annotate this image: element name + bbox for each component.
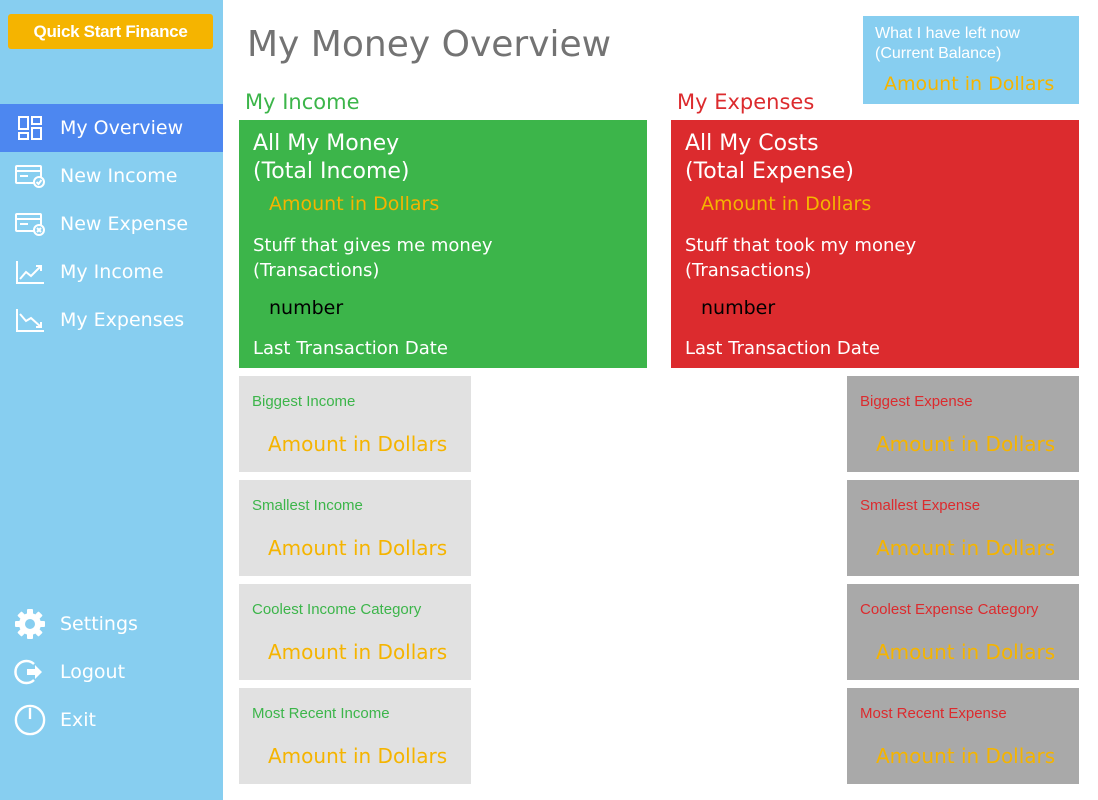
expense-sub-line2: (Transactions): [685, 260, 812, 281]
current-balance-card: What I have left now (Current Balance) A…: [863, 16, 1079, 104]
income-section-label: My Income: [245, 90, 360, 114]
card-amount: Amount in Dollars: [876, 744, 1056, 768]
income-summary-heading: All My Money (Total Income): [253, 130, 410, 186]
card-amount: Amount in Dollars: [268, 640, 448, 664]
card-amount: Amount in Dollars: [876, 536, 1056, 560]
nav-label: My Overview: [60, 117, 184, 139]
card-label: Smallest Income: [252, 497, 363, 514]
card-label: Most Recent Expense: [860, 705, 1007, 722]
card-label: Biggest Expense: [860, 393, 973, 410]
nav-label: My Expenses: [60, 309, 185, 331]
income-summary-card: All My Money (Total Income) Amount in Do…: [239, 120, 647, 368]
expense-heading-line2: (Total Expense): [685, 159, 854, 184]
nav-label: My Income: [60, 261, 164, 283]
nav-label: New Expense: [60, 213, 189, 235]
total-expense-amount: Amount in Dollars: [701, 193, 872, 215]
app-logo: Quick Start Finance: [8, 14, 213, 49]
income-transactions-label: Stuff that gives me money (Transactions): [253, 233, 493, 283]
nav-my-overview[interactable]: My Overview: [0, 104, 223, 152]
gear-icon: [14, 608, 46, 640]
sidebar: Quick Start Finance My Overview New Inco…: [0, 0, 223, 800]
dashboard-icon: [14, 112, 46, 144]
card-amount: Amount in Dollars: [268, 536, 448, 560]
nav-new-expense[interactable]: New Expense: [0, 200, 223, 248]
nav-logout[interactable]: Logout: [0, 648, 223, 696]
balance-label: What I have left now (Current Balance): [875, 25, 1020, 62]
biggest-expense-card: Biggest Expense Amount in Dollars: [847, 376, 1079, 472]
nav-my-income[interactable]: My Income: [0, 248, 223, 296]
trend-up-icon: [14, 256, 46, 288]
smallest-expense-card: Smallest Expense Amount in Dollars: [847, 480, 1079, 576]
smallest-income-card: Smallest Income Amount in Dollars: [239, 480, 471, 576]
coolest-expense-category-card: Coolest Expense Category Amount in Dolla…: [847, 584, 1079, 680]
card-add-icon: [14, 160, 46, 192]
card-amount: Amount in Dollars: [876, 640, 1056, 664]
most-recent-income-card: Most Recent Income Amount in Dollars: [239, 688, 471, 784]
card-label: Most Recent Income: [252, 705, 390, 722]
card-amount: Amount in Dollars: [876, 432, 1056, 456]
expense-last-date: Last Transaction Date: [685, 338, 880, 359]
most-recent-expense-card: Most Recent Expense Amount in Dollars: [847, 688, 1079, 784]
income-sub-line2: (Transactions): [253, 260, 380, 281]
nav-label: New Income: [60, 165, 178, 187]
nav-my-expenses[interactable]: My Expenses: [0, 296, 223, 344]
income-sub-line1: Stuff that gives me money: [253, 235, 493, 256]
power-icon: [14, 704, 46, 736]
trend-down-icon: [14, 304, 46, 336]
card-label: Coolest Income Category: [252, 601, 422, 618]
card-label: Smallest Expense: [860, 497, 981, 514]
expense-heading-line1: All My Costs: [685, 131, 819, 156]
card-remove-icon: [14, 208, 46, 240]
expense-transactions-count: number: [701, 297, 776, 319]
expense-transactions-label: Stuff that took my money (Transactions): [685, 233, 916, 283]
nav-label: Logout: [60, 661, 126, 683]
expense-summary-heading: All My Costs (Total Expense): [685, 130, 854, 186]
balance-amount: Amount in Dollars: [884, 73, 1055, 95]
income-transactions-count: number: [269, 297, 344, 319]
expense-summary-card: All My Costs (Total Expense) Amount in D…: [671, 120, 1079, 368]
nav-new-income[interactable]: New Income: [0, 152, 223, 200]
nav-label: Settings: [60, 613, 138, 635]
income-last-date: Last Transaction Date: [253, 338, 448, 359]
income-heading-line2: (Total Income): [253, 159, 410, 184]
total-income-amount: Amount in Dollars: [269, 193, 440, 215]
page-title: My Money Overview: [247, 24, 612, 65]
biggest-income-card: Biggest Income Amount in Dollars: [239, 376, 471, 472]
coolest-income-category-card: Coolest Income Category Amount in Dollar…: [239, 584, 471, 680]
card-amount: Amount in Dollars: [268, 432, 448, 456]
expense-section-label: My Expenses: [677, 90, 815, 114]
nav-label: Exit: [60, 709, 96, 731]
nav-settings[interactable]: Settings: [0, 600, 223, 648]
expense-sub-line1: Stuff that took my money: [685, 235, 917, 256]
logout-icon: [14, 656, 46, 688]
card-label: Biggest Income: [252, 393, 356, 410]
nav-exit[interactable]: Exit: [0, 696, 223, 744]
card-amount: Amount in Dollars: [268, 744, 448, 768]
card-label: Coolest Expense Category: [860, 601, 1039, 618]
income-heading-line1: All My Money: [253, 131, 400, 156]
